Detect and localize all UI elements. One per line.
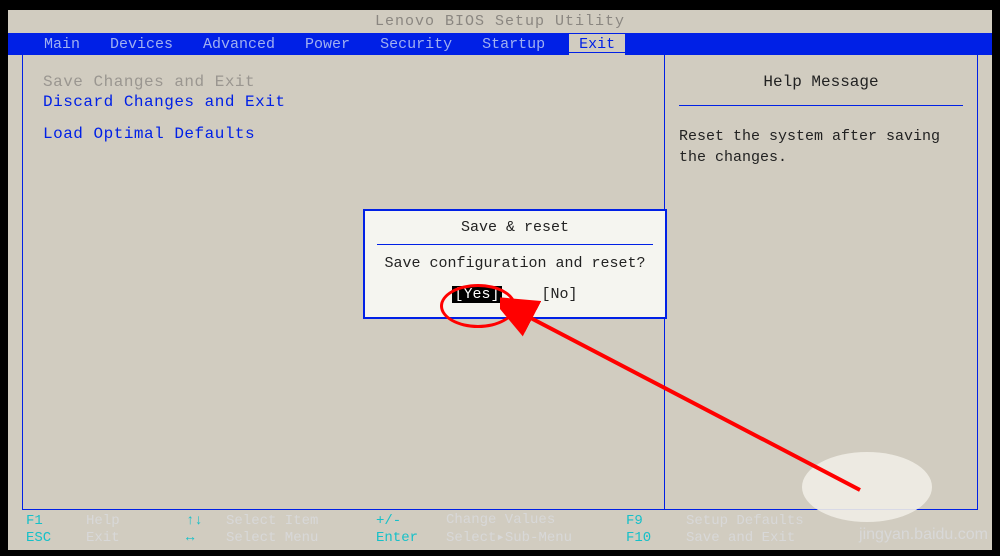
help-panel: Help Message Reset the system after savi… bbox=[665, 53, 977, 509]
footer-f9-label: Setup Defaults bbox=[686, 513, 846, 529]
dialog-message: Save configuration and reset? bbox=[377, 255, 653, 272]
option-save-and-exit: Save Changes and Exit bbox=[43, 73, 644, 91]
help-text: Reset the system after saving the change… bbox=[679, 126, 963, 168]
dialog-no-button[interactable]: [No] bbox=[542, 286, 578, 303]
footer-pm-key: +/- bbox=[376, 513, 446, 529]
footer-bar: F1 ESC Help Exit ↑↓ ↔ Select Item Select… bbox=[26, 512, 974, 546]
help-title: Help Message bbox=[679, 73, 963, 106]
footer-f10-label: Save and Exit bbox=[686, 530, 846, 546]
footer-f10-key: F10 bbox=[626, 530, 686, 546]
footer-esc-key: ESC bbox=[26, 530, 86, 546]
footer-sub-menu: Select▸Sub-Menu bbox=[446, 529, 626, 546]
dialog-title: Save & reset bbox=[377, 219, 653, 245]
footer-select-item: Select Item bbox=[226, 513, 376, 529]
footer-f1-label: Help bbox=[86, 513, 186, 529]
footer-select-menu: Select Menu bbox=[226, 530, 376, 546]
footer-f9-key: F9 bbox=[626, 513, 686, 529]
watermark-text: jingyan.baidu.com bbox=[859, 526, 988, 544]
footer-arrows-h-icon: ↔ bbox=[186, 530, 226, 546]
footer-esc-label: Exit bbox=[86, 530, 186, 546]
footer-enter-key: Enter bbox=[376, 530, 446, 546]
footer-change-values: Change Values bbox=[446, 512, 626, 528]
bios-screen: Lenovo BIOS Setup Utility Main Devices A… bbox=[8, 10, 992, 550]
save-reset-dialog: Save & reset Save configuration and rese… bbox=[363, 209, 667, 319]
footer-arrows-v-icon: ↑↓ bbox=[186, 513, 226, 529]
dialog-yes-button[interactable]: [Yes] bbox=[452, 286, 501, 303]
app-title: Lenovo BIOS Setup Utility bbox=[8, 10, 992, 33]
option-discard-and-exit[interactable]: Discard Changes and Exit bbox=[43, 93, 644, 111]
footer-f1-key: F1 bbox=[26, 513, 86, 529]
dialog-buttons: [Yes] [No] bbox=[377, 286, 653, 303]
option-load-optimal-defaults[interactable]: Load Optimal Defaults bbox=[43, 125, 644, 143]
